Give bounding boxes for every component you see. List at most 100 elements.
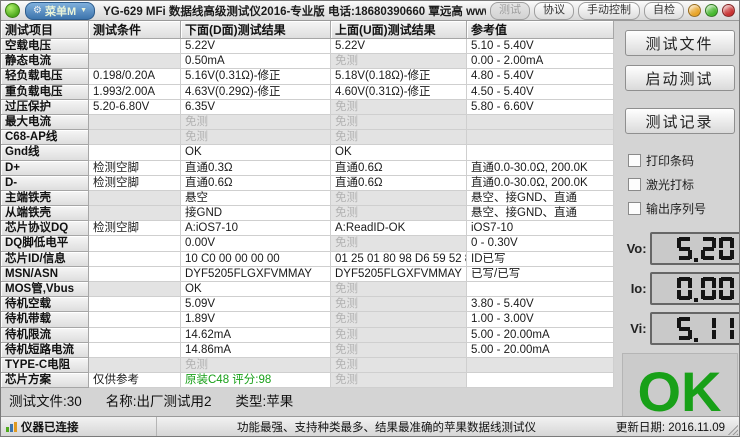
- cell-ref: [467, 282, 614, 297]
- cell-ref: 4.50 - 5.40V: [467, 85, 614, 100]
- cell-cond: 检测空脚: [89, 221, 181, 236]
- row-label: 主端铁壳: [1, 191, 89, 206]
- table-row: 芯片方案仅供参考原装C48 评分:98免测: [1, 373, 614, 388]
- table-row: 待机短路电流14.86mA免测5.00 - 20.00mA: [1, 343, 614, 358]
- cell-d: 免测: [181, 358, 331, 373]
- cell-d: 5.16V(0.31Ω)-修正: [181, 69, 331, 84]
- cell-d: 原装C48 评分:98: [181, 373, 331, 388]
- side-buttons: 测试文件启动测试测试记录: [618, 30, 740, 134]
- row-label: D-: [1, 176, 89, 191]
- statusbar-slogan: 功能最强、支持种类最多、结果最准确的苹果数据线测试仪: [157, 419, 616, 435]
- update-date: 更新日期: 2016.11.09: [616, 419, 739, 435]
- checkbox-box[interactable]: [628, 202, 641, 215]
- cell-ref: 5.10 - 5.40V: [467, 39, 614, 54]
- cell-d: 14.62mA: [181, 328, 331, 343]
- cell-u: 免测: [331, 206, 467, 221]
- row-label: D+: [1, 161, 89, 176]
- cell-cond: 0.198/0.20A: [89, 69, 181, 84]
- cell-cond: [89, 130, 181, 145]
- lcd-display: [650, 312, 740, 345]
- lcd-display: [650, 232, 740, 265]
- cell-u: 直通0.6Ω: [331, 161, 467, 176]
- window-title: YG-629 MFi 数据线高级测试仪2016-专业版 电话:186803906…: [103, 3, 486, 19]
- app-window: ⚙ 菜单M ▼ YG-629 MFi 数据线高级测试仪2016-专业版 电话:1…: [0, 0, 740, 437]
- cell-ref: [467, 130, 614, 145]
- cell-cond: [89, 343, 181, 358]
- row-label: MOS管,Vbus: [1, 282, 89, 297]
- connection-status: 仪器已连接: [1, 417, 157, 436]
- cell-ref: 0.00 - 2.00mA: [467, 54, 614, 69]
- cell-u: A:ReadID-OK: [331, 221, 467, 236]
- row-label: MSN/ASN: [1, 267, 89, 282]
- cell-d: 直通0.3Ω: [181, 161, 331, 176]
- cell-ref: 0 - 0.30V: [467, 236, 614, 251]
- table-row: 过压保护5.20-6.80V6.35V免测5.80 - 6.60V: [1, 100, 614, 115]
- table-row: 主端铁壳悬空免测悬空、接GND、直通: [1, 191, 614, 206]
- cell-u: 01 25 01 80 98 D6 59 52 8: [331, 252, 467, 267]
- cell-u: 免测: [331, 282, 467, 297]
- table-row: DQ脚低电平0.00V免测0 - 0.30V: [1, 236, 614, 251]
- test-file-count: 测试文件:30: [9, 390, 82, 410]
- checkbox-box[interactable]: [628, 154, 641, 167]
- cell-u: 免测: [331, 236, 467, 251]
- row-label: 最大电流: [1, 115, 89, 130]
- cell-cond: [89, 191, 181, 206]
- cell-u: OK: [331, 145, 467, 160]
- cell-ref: [467, 145, 614, 160]
- cell-cond: 1.993/2.00A: [89, 85, 181, 100]
- decimal-dot: [694, 338, 698, 342]
- row-label: 待机带载: [1, 312, 89, 327]
- table-row: 重负载电压1.993/2.00A4.63V(0.29Ω)-修正4.60V(0.3…: [1, 85, 614, 100]
- column-header: 上面(U面)测试结果: [331, 21, 467, 39]
- table-row: 空载电压5.22V5.22V5.10 - 5.40V: [1, 39, 614, 54]
- checkbox-box[interactable]: [628, 178, 641, 191]
- titlebar-button-协议[interactable]: 协议: [534, 2, 574, 20]
- digit-1: [701, 317, 716, 340]
- row-label: 芯片ID/信息: [1, 252, 89, 267]
- cell-cond: 检测空脚: [89, 176, 181, 191]
- cell-u: 免测: [331, 115, 467, 130]
- side-button-启动测试[interactable]: 启动测试: [625, 65, 735, 91]
- cell-d: 悬空: [181, 191, 331, 206]
- cell-ref: [467, 373, 614, 388]
- cell-cond: [89, 54, 181, 69]
- indicator-led-1: [688, 4, 701, 17]
- cell-cond: [89, 297, 181, 312]
- cell-cond: [89, 312, 181, 327]
- cell-ref: [467, 358, 614, 373]
- side-button-测试记录[interactable]: 测试记录: [625, 108, 735, 134]
- row-label: 空载电压: [1, 39, 89, 54]
- resize-grip[interactable]: [728, 425, 738, 435]
- row-label: C68-AP线: [1, 130, 89, 145]
- titlebar-button-手动控制[interactable]: 手动控制: [578, 2, 640, 20]
- side-panel: 测试文件启动测试测试记录 打印条码激光打标输出序列号 Vo:Io:Vi: OK: [618, 21, 740, 416]
- column-header: 测试条件: [89, 21, 181, 39]
- table-row: Gnd线OKOK: [1, 145, 614, 160]
- cell-u: 免测: [331, 328, 467, 343]
- gear-icon: ⚙: [33, 5, 42, 16]
- cell-d: 直通0.6Ω: [181, 176, 331, 191]
- decimal-dot: [694, 258, 698, 262]
- checkbox-输出序列号[interactable]: 输出序列号: [628, 196, 740, 220]
- checkbox-label: 打印条码: [646, 152, 694, 169]
- cell-d: 14.86mA: [181, 343, 331, 358]
- checkbox-打印条码[interactable]: 打印条码: [628, 148, 740, 172]
- cell-cond: 检测空脚: [89, 161, 181, 176]
- meter-label: Vo:: [622, 241, 647, 256]
- table-body: 空载电压5.22V5.22V5.10 - 5.40V静态电流0.50mA免测0.…: [1, 39, 614, 388]
- menu-button[interactable]: ⚙ 菜单M ▼: [25, 2, 95, 20]
- cell-d: OK: [181, 145, 331, 160]
- meter-Io: Io:: [622, 272, 740, 305]
- cell-u: 免测: [331, 343, 467, 358]
- table-row: MOS管,VbusOK免测: [1, 282, 614, 297]
- cell-cond: [89, 115, 181, 130]
- digit-0: [719, 237, 734, 260]
- digit-1: [719, 317, 734, 340]
- digit-0: [719, 277, 734, 300]
- side-button-测试文件[interactable]: 测试文件: [625, 30, 735, 56]
- titlebar-button-自检[interactable]: 自检: [644, 2, 684, 20]
- cell-u: 免测: [331, 130, 467, 145]
- checkbox-激光打标[interactable]: 激光打标: [628, 172, 740, 196]
- row-label: 重负载电压: [1, 85, 89, 100]
- row-label: 待机空载: [1, 297, 89, 312]
